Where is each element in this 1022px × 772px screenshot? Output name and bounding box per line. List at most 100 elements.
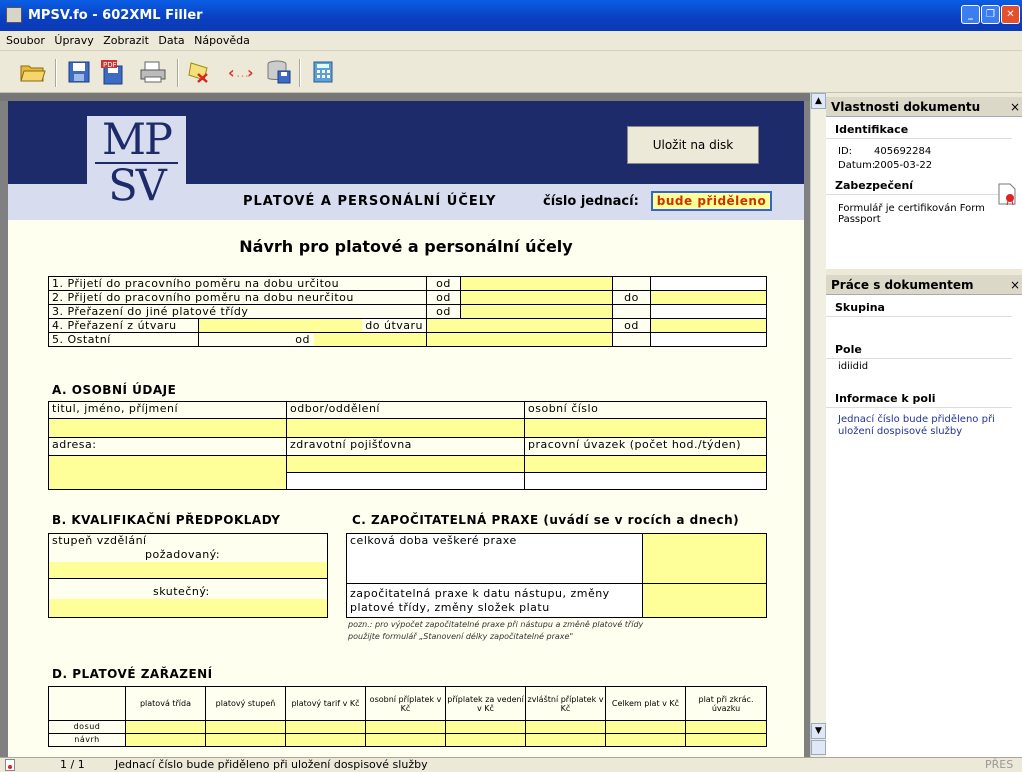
open-icon[interactable]: [18, 57, 48, 87]
salary-cell[interactable]: [205, 733, 286, 747]
practice-note: pozn.: pro výpočet započitatelné praxe p…: [348, 620, 644, 641]
document-work-panel: Práce s dokumentem × Skupina Pole idiidid…: [826, 275, 1022, 757]
menu-zobrazit[interactable]: Zobrazit: [100, 31, 152, 51]
svg-text:PDF: PDF: [103, 61, 117, 69]
row-label-1: 1. Přijetí do pracovního poměru na dobu …: [47, 276, 428, 291]
date-field-4[interactable]: [650, 318, 768, 333]
calculator-icon[interactable]: [308, 57, 338, 87]
salary-cell[interactable]: [685, 733, 767, 747]
panel-title-work: Práce s dokumentem: [831, 278, 974, 292]
cislo-jednaci-field[interactable]: bude přiděleno: [651, 191, 772, 211]
date-field-1[interactable]: [460, 276, 614, 291]
salary-cell[interactable]: [125, 720, 206, 734]
workload-field[interactable]: [524, 454, 767, 473]
date-field-2-to[interactable]: [650, 290, 768, 305]
status-message: Jednací číslo bude přiděleno při uložení…: [115, 758, 428, 771]
salary-cell[interactable]: [445, 720, 526, 734]
scroll-down-icon[interactable]: ▼: [811, 723, 826, 739]
title-bar: MPSV.fo - 602XML Filler _ ❐ ✕: [0, 0, 1022, 31]
from-unit-field[interactable]: [199, 319, 363, 332]
row-label-5: 5. Ostatní: [48, 332, 199, 347]
total-practice-field[interactable]: [642, 533, 767, 584]
salary-cell[interactable]: [605, 720, 686, 734]
menu-soubor[interactable]: Soubor: [0, 31, 48, 51]
salary-cell[interactable]: [605, 733, 686, 747]
to-unit-field[interactable]: [426, 318, 614, 333]
menu-napoveda[interactable]: Nápověda: [191, 31, 253, 51]
date-field-2-from[interactable]: [460, 290, 614, 305]
salary-cell[interactable]: [445, 733, 526, 747]
toolbar: PDF ‹… ›: [0, 51, 1022, 93]
document-date: 2005-03-22: [874, 160, 933, 171]
restore-button[interactable]: ❐: [981, 5, 1000, 24]
address-field[interactable]: [48, 454, 287, 491]
personal-number-field[interactable]: [524, 418, 767, 439]
minimize-button[interactable]: _: [961, 5, 980, 24]
panel-close-icon[interactable]: ×: [1010, 275, 1020, 295]
document-area: MP SV Uložit na disk PLATOVÉ A PERSONÁLN…: [0, 93, 810, 757]
salary-cell[interactable]: [285, 720, 366, 734]
field-info-text: Jednací číslo bude přiděleno při uložení…: [838, 414, 995, 437]
panel-title-properties: Vlastnosti dokumentu: [831, 100, 981, 114]
mpsv-logo: MP SV: [87, 116, 186, 220]
salary-cell[interactable]: [365, 720, 446, 734]
document-id: 405692284: [874, 146, 932, 157]
section-b-title: B. KVALIFIKAČNÍ PŘEDPOKLADY: [52, 513, 281, 527]
banner-title: PLATOVÉ A PERSONÁLNÍ ÚČELY: [243, 194, 497, 209]
salary-cell[interactable]: [525, 720, 606, 734]
row-label-4: 4. Přeřazení z útvaru: [48, 318, 199, 333]
xml-icon[interactable]: ‹… ›: [226, 57, 256, 87]
document-properties-panel: Vlastnosti dokumentu × Identifikace ID: 40…: [826, 97, 1022, 269]
window-title: MPSV.fo - 602XML Filler: [28, 8, 203, 23]
clear-form-icon[interactable]: [186, 57, 216, 87]
section-a-table: titul, jméno, příjmení odbor/oddělení os…: [48, 400, 767, 491]
section-d-title: D. PLATOVÉ ZAŘAZENÍ: [52, 667, 213, 681]
panel-close-icon[interactable]: ×: [1010, 97, 1020, 117]
date-field-3[interactable]: [460, 304, 614, 319]
other-text-field[interactable]: [314, 333, 426, 346]
salary-cell[interactable]: [365, 733, 446, 747]
certification-text: Formulář je certifikován Form Passport: [838, 203, 985, 225]
menu-upravy[interactable]: Úpravy: [51, 31, 96, 51]
salary-cell[interactable]: [125, 733, 206, 747]
certificate-icon: [998, 183, 1016, 206]
salary-cell[interactable]: [205, 720, 286, 734]
print-icon[interactable]: [138, 57, 168, 87]
form-title: Návrh pro platové a personální účely: [239, 237, 573, 256]
vertical-scrollbar[interactable]: ▲ ▼: [810, 93, 826, 757]
scroll-thumb[interactable]: [811, 740, 826, 755]
document-status-icon: [5, 759, 15, 771]
section-c-table: celková doba veškeré praxe započitatelná…: [346, 533, 767, 618]
salary-cell[interactable]: [525, 733, 606, 747]
field-name: idiidid: [838, 361, 869, 372]
other-date-field[interactable]: [426, 332, 614, 347]
section-a-title: A. OSOBNÍ ÚDAJE: [52, 383, 177, 397]
svg-text:›: ›: [247, 63, 254, 82]
row-label-2: 2. Přijetí do pracovního poměru na dobu …: [47, 290, 428, 305]
menu-bar: Soubor Úpravy Zobrazit Data Nápověda: [0, 31, 1022, 51]
scroll-up-icon[interactable]: ▲: [811, 93, 826, 109]
status-bar: 1 / 1 Jednací číslo bude přiděleno při u…: [0, 757, 1022, 772]
insurance-field[interactable]: [286, 454, 525, 473]
department-field[interactable]: [286, 418, 525, 439]
cislo-jednaci-label: číslo jednací:: [543, 194, 639, 209]
name-field[interactable]: [48, 418, 287, 439]
overwrite-mode: PŘES: [985, 758, 1014, 771]
export-pdf-icon[interactable]: PDF: [98, 57, 128, 87]
svg-text:‹: ‹: [228, 63, 235, 82]
close-button[interactable]: ✕: [1001, 5, 1020, 24]
required-education-field[interactable]: [49, 562, 327, 578]
menu-data[interactable]: Data: [155, 31, 187, 51]
database-save-icon[interactable]: [264, 57, 294, 87]
section-c-title: C. ZAPOČITATELNÁ PRAXE (uvádí se v rocíc…: [352, 513, 740, 527]
salary-cell[interactable]: [285, 733, 366, 747]
row-label-3: 3. Přeřazení do jiné platové třídy: [47, 304, 428, 319]
salary-cell[interactable]: [685, 720, 767, 734]
form-page: MP SV Uložit na disk PLATOVÉ A PERSONÁLN…: [8, 101, 804, 757]
section-b-table: stupeň vzdělání požadovaný: skutečný:: [48, 533, 328, 618]
save-icon[interactable]: [64, 57, 94, 87]
page-indicator: 1 / 1: [60, 758, 85, 771]
actual-education-field[interactable]: [49, 599, 327, 617]
save-to-disk-button[interactable]: Uložit na disk: [627, 126, 759, 164]
counted-practice-field[interactable]: [642, 583, 767, 618]
